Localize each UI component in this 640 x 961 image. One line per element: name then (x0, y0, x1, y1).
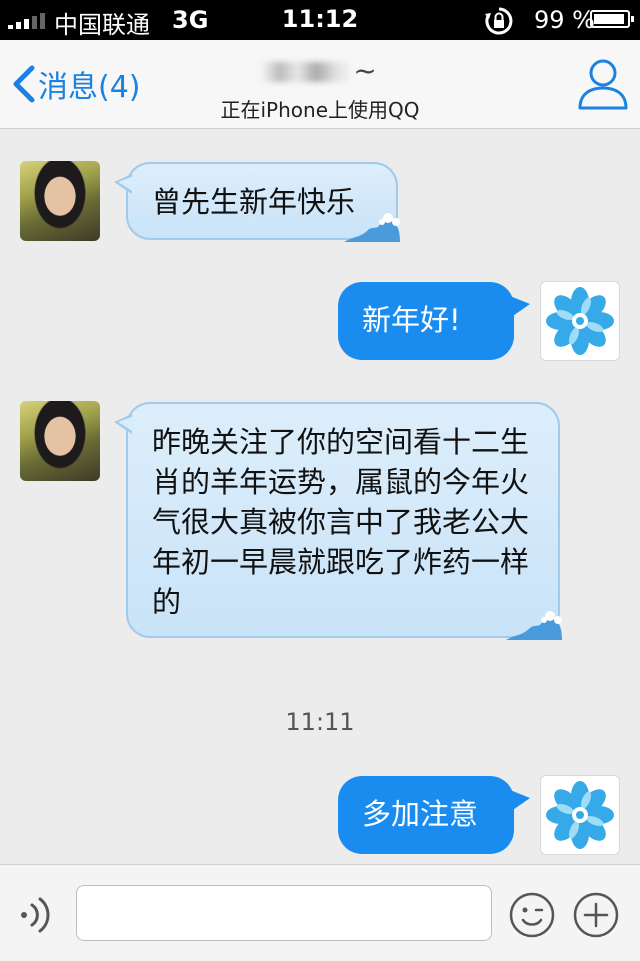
message-text: 新年好! (362, 303, 461, 337)
voice-button[interactable] (18, 893, 58, 937)
contact-name-suffix: ~ (353, 54, 379, 87)
message-text: 昨晚关注了你的空间看十二生肖的羊年运势，属鼠的今年火气很大真被你言中了我老公大年… (152, 425, 530, 619)
flower-avatar-icon (546, 781, 614, 849)
voice-icon (21, 897, 50, 933)
wave-decoration-icon (506, 611, 562, 640)
battery-icon (590, 10, 634, 28)
flower-avatar-icon (546, 287, 614, 355)
message-bubble-incoming[interactable]: 曾先生新年快乐 (114, 162, 400, 242)
contact-avatar[interactable] (20, 401, 100, 481)
blurred-name (261, 62, 354, 82)
more-button[interactable] (572, 891, 620, 939)
back-button[interactable]: 消息(4) (8, 60, 141, 108)
navigation-bar: 消息(4) ~ 正在iPhone上使用QQ (0, 40, 640, 129)
wave-decoration-icon (344, 213, 400, 242)
message-bubble-outgoing[interactable]: 新年好! (338, 282, 530, 360)
my-avatar[interactable] (540, 281, 620, 361)
profile-button[interactable] (576, 56, 630, 112)
plus-icon (573, 892, 619, 938)
contact-name: ~ (200, 54, 440, 87)
message-bubble-outgoing[interactable]: 多加注意 (338, 776, 530, 854)
message-timestamp: 11:11 (285, 708, 355, 736)
message-text: 曾先生新年快乐 (152, 185, 356, 219)
message-input[interactable] (76, 885, 492, 941)
person-icon (578, 59, 628, 110)
rotation-lock-icon (484, 6, 514, 42)
contact-avatar[interactable] (20, 161, 100, 241)
battery-percentage: 99 % (534, 6, 595, 34)
smiley-icon (509, 892, 555, 938)
contact-status: 正在iPhone上使用QQ (220, 98, 420, 122)
status-bar: 中国联通 3G 11:12 99 % (0, 0, 640, 40)
input-bar (0, 864, 640, 961)
message-text: 多加注意 (362, 797, 479, 831)
back-label: 消息(4) (38, 70, 141, 105)
message-bubble-incoming[interactable]: 昨晚关注了你的空间看十二生肖的羊年运势，属鼠的今年火气很大真被你言中了我老公大年… (114, 402, 562, 640)
chevron-left-icon (13, 65, 35, 103)
emoji-button[interactable] (508, 891, 556, 939)
my-avatar[interactable] (540, 775, 620, 855)
